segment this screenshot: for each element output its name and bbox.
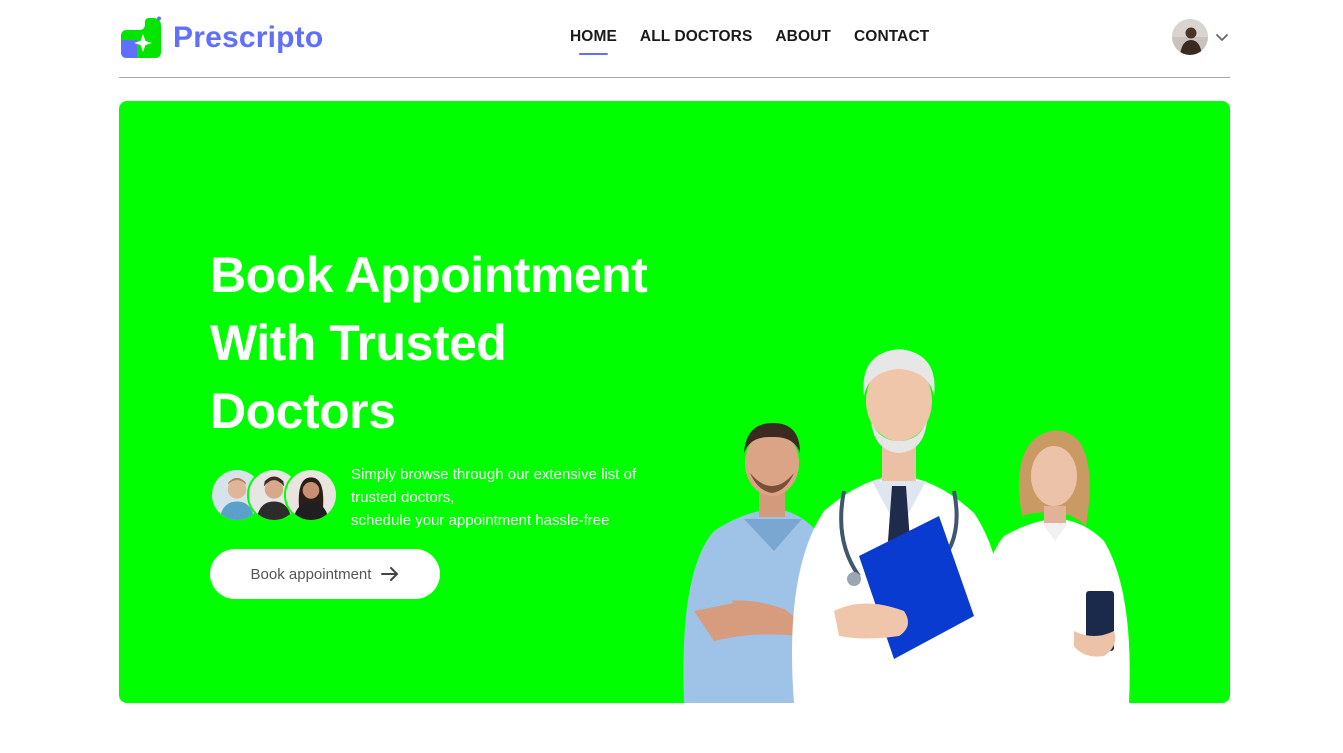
top-navbar: Prescripto HOME ALL DOCTORS ABOUT CONTAC… [119,0,1230,78]
hero-title-line: With Trusted [210,315,507,371]
hero-description: Simply browse through our extensive list… [351,463,681,532]
active-indicator [579,53,608,55]
chevron-down-icon[interactable] [1214,29,1230,45]
nav-about-label: ABOUT [775,28,831,45]
book-appointment-button[interactable]: Book appointment [210,549,440,599]
doctor-center-figure [792,349,1006,703]
profile-menu[interactable] [1172,19,1230,55]
logo-icon [121,16,161,58]
hero-banner: Book Appointment With Trusted Doctors Si… [119,101,1230,703]
hero-title-line: Book Appointment [210,247,648,303]
nav-all-doctors-label: ALL DOCTORS [639,28,753,45]
main-nav: HOME ALL DOCTORS ABOUT CONTACT [570,28,952,55]
hero-title: Book Appointment With Trusted Doctors [210,241,730,445]
nav-about[interactable]: ABOUT [775,28,831,46]
profile-avatar [284,468,338,522]
doctors-group-image [683,349,1130,703]
group-profiles [210,468,338,524]
nav-contact-label: CONTACT [854,28,930,45]
nav-all-doctors[interactable]: ALL DOCTORS [640,28,752,46]
hero-description-line: schedule your appointment hassle-free [351,512,610,529]
nav-home[interactable]: HOME [570,28,617,55]
user-avatar[interactable] [1172,19,1208,55]
nav-home-label: HOME [570,28,617,45]
nav-contact[interactable]: CONTACT [854,28,929,46]
hero-description-line: trusted doctors, [351,489,455,506]
brand-name: Prescripto [173,21,324,54]
brand-logo[interactable]: Prescripto [119,15,323,61]
arrow-right-icon [381,567,399,581]
book-appointment-label: Book appointment [250,565,372,583]
hero-description-line: Simply browse through our extensive list… [351,466,637,483]
hero-title-line: Doctors [210,383,396,439]
